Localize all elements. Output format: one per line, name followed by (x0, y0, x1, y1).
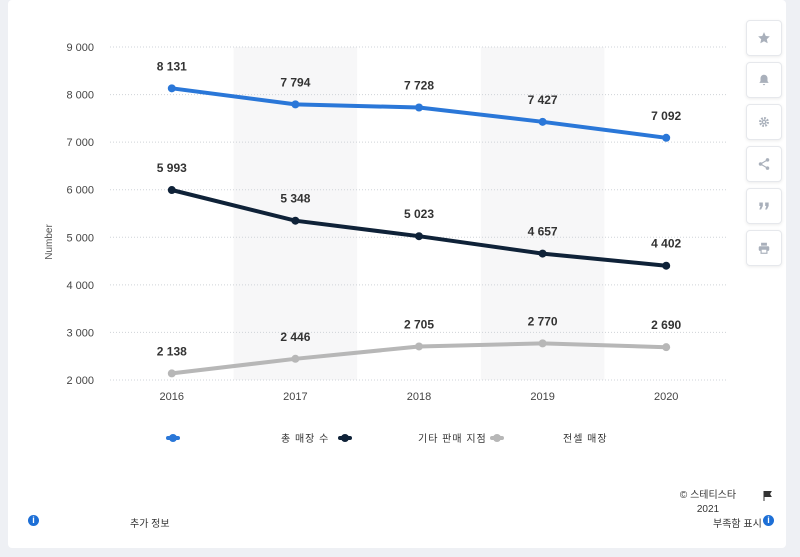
legend-swatch-series-2[interactable] (338, 434, 352, 442)
x-tick-label: 2019 (530, 391, 554, 403)
y-tick-label: 2 000 (66, 375, 94, 387)
bell-icon (759, 74, 769, 86)
data-point (291, 216, 300, 225)
data-point (662, 133, 671, 142)
data-label: 4 657 (528, 225, 558, 239)
legend-swatch-series-1[interactable] (166, 434, 180, 442)
data-label: 2 138 (157, 344, 187, 358)
data-point (538, 117, 547, 126)
favorite-button[interactable] (746, 20, 782, 56)
copyright-text: © 스테티스타 2021 (679, 490, 737, 515)
x-tick-label: 2017 (283, 391, 307, 403)
y-tick-label: 6 000 (66, 185, 94, 197)
data-point (291, 100, 300, 109)
data-point (538, 339, 547, 348)
x-tick-label: 2020 (654, 391, 678, 403)
data-point (538, 249, 547, 258)
legend: 총 매장 수 기타 판매 지점 전셀 매장 (0, 428, 800, 445)
gear-icon (759, 117, 769, 127)
data-label: 7 092 (651, 109, 681, 123)
star-icon (758, 32, 770, 44)
y-tick-label: 7 000 (66, 137, 94, 149)
report-issue-link[interactable]: 부족함 표시 (713, 515, 762, 530)
print-button[interactable] (746, 230, 782, 266)
data-point (415, 342, 423, 351)
y-axis-label: Number (44, 224, 55, 260)
data-point (167, 84, 176, 93)
data-label: 5 023 (404, 207, 434, 221)
data-label: 5 348 (280, 192, 310, 206)
data-label: 7 794 (280, 75, 310, 89)
data-label: 7 427 (528, 93, 558, 107)
data-label: 2 705 (404, 317, 434, 331)
data-point (415, 232, 423, 241)
cite-button[interactable] (746, 188, 782, 224)
line-chart: 2 000 3 000 4 000 5 000 6 000 7 000 8 000 9 000… (44, 42, 728, 403)
share-icon (758, 158, 770, 170)
data-label: 2 690 (651, 318, 681, 332)
x-tick-label: 2018 (407, 391, 431, 403)
more-info-link[interactable]: 추가 정보 (130, 515, 170, 530)
data-point (415, 103, 423, 112)
y-tick-label: 8 000 (66, 90, 94, 102)
y-tick-label: 4 000 (66, 280, 94, 292)
data-label: 2 446 (280, 330, 310, 344)
data-label: 2 770 (528, 314, 558, 328)
x-tick-label: 2016 (160, 391, 184, 403)
legend-label-series-2[interactable]: 기타 판매 지점 (418, 430, 487, 445)
data-label: 5 993 (157, 161, 187, 175)
data-label: 8 131 (157, 59, 187, 73)
quote-icon (759, 202, 769, 210)
notification-button[interactable] (746, 62, 782, 98)
data-label: 4 402 (651, 237, 681, 251)
data-point (662, 343, 671, 352)
y-tick-label: 9 000 (66, 42, 94, 54)
report-info-icon[interactable]: i (763, 515, 774, 526)
flag-icon[interactable] (762, 490, 774, 502)
data-point (167, 369, 176, 378)
data-point (662, 261, 671, 270)
legend-label-series-3[interactable]: 전셀 매장 (563, 430, 608, 445)
data-point (291, 354, 300, 363)
data-point (167, 186, 176, 195)
data-label: 7 728 (404, 79, 434, 93)
print-icon (758, 242, 770, 254)
share-button[interactable] (746, 146, 782, 182)
y-tick-label: 5 000 (66, 232, 94, 244)
settings-button[interactable] (746, 104, 782, 140)
legend-swatch-series-3[interactable] (490, 434, 504, 442)
info-icon[interactable]: i (28, 515, 39, 526)
legend-label-series-1[interactable]: 총 매장 수 (281, 430, 329, 445)
y-tick-label: 3 000 (66, 327, 94, 339)
